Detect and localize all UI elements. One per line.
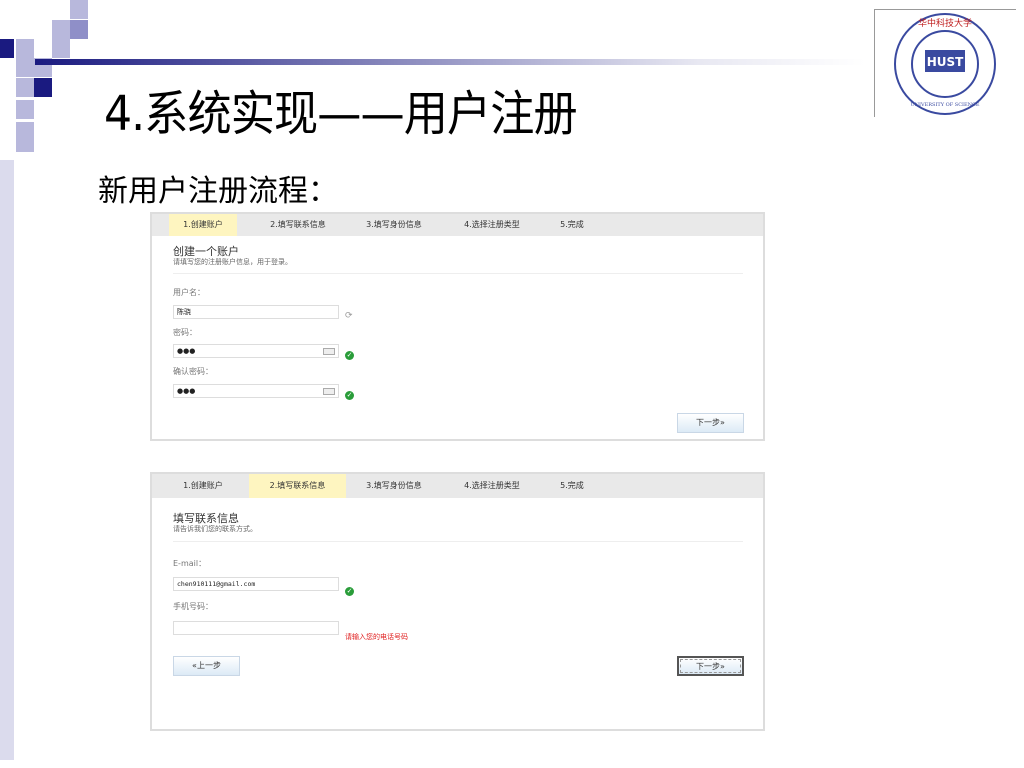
slide-title: 4.系统实现——用户注册 [104,86,578,142]
step-4[interactable]: 4.选择注册类型 [458,214,526,236]
keyboard-icon[interactable] [323,388,335,395]
divider [173,541,743,542]
step-3[interactable]: 3.填写身份信息 [360,474,428,498]
step-2[interactable]: 2.填写联系信息 [264,214,332,236]
password-label: 密码： [173,328,197,337]
step-3[interactable]: 3.填写身份信息 [360,214,428,236]
keyboard-icon[interactable] [323,348,335,355]
username-input[interactable]: 陈骁 [173,305,339,319]
check-icon: ✓ [345,351,354,360]
phone-input[interactable] [173,621,339,635]
password-value: ●●● [177,347,196,355]
contact-info-screenshot: 1.创建账户 2.填写联系信息 3.填写身份信息 4.选择注册类型 5.完成 填… [150,472,765,731]
step-5[interactable]: 5.完成 [538,214,606,236]
confirm-password-value: ●●● [177,387,196,395]
username-value: 陈骁 [177,308,191,316]
next-button[interactable]: 下一步» [677,656,744,676]
phone-label: 手机号码： [173,602,213,611]
email-label: E-mail： [173,559,207,568]
university-logo: 华中科技大学 HUST UNIVERSITY OF SCIENCE [874,9,1016,117]
confirm-password-input[interactable]: ●●● [173,384,339,398]
step-1[interactable]: 1.创建账户 [169,214,237,236]
svg-text:UNIVERSITY OF SCIENCE: UNIVERSITY OF SCIENCE [910,102,979,108]
refresh-icon[interactable]: ⟳ [345,311,353,321]
next-button[interactable]: 下一步» [677,413,744,433]
divider [173,273,743,274]
email-value: chen910111@gmail.com [177,580,256,588]
step-1[interactable]: 1.创建账户 [169,474,237,498]
password-input[interactable]: ●●● [173,344,339,358]
step-4[interactable]: 4.选择注册类型 [458,474,526,498]
step-5[interactable]: 5.完成 [538,474,606,498]
prev-button[interactable]: «上一步 [173,656,240,676]
svg-text:华中科技大学: 华中科技大学 [918,17,972,29]
slide-subtitle: 新用户注册流程： [98,174,338,209]
check-icon: ✓ [345,391,354,400]
create-account-screenshot: 1.创建账户 2.填写联系信息 3.填写身份信息 4.选择注册类型 5.完成 创… [150,212,765,441]
email-input[interactable]: chen910111@gmail.com [173,577,339,591]
step-tabs: 1.创建账户 2.填写联系信息 3.填写身份信息 4.选择注册类型 5.完成 [152,474,763,498]
check-icon: ✓ [345,587,354,596]
username-label: 用户名： [173,288,205,297]
confirm-password-label: 确认密码： [173,367,213,376]
phone-error: 请输入您的电话号码 [345,633,408,641]
svg-text:HUST: HUST [927,55,964,69]
section-hint: 请填写您的注册账户信息，用于登录。 [173,258,292,266]
step-tabs: 1.创建账户 2.填写联系信息 3.填写身份信息 4.选择注册类型 5.完成 [152,214,763,236]
step-2[interactable]: 2.填写联系信息 [249,474,346,498]
section-hint: 请告诉我们您的联系方式。 [173,525,257,533]
